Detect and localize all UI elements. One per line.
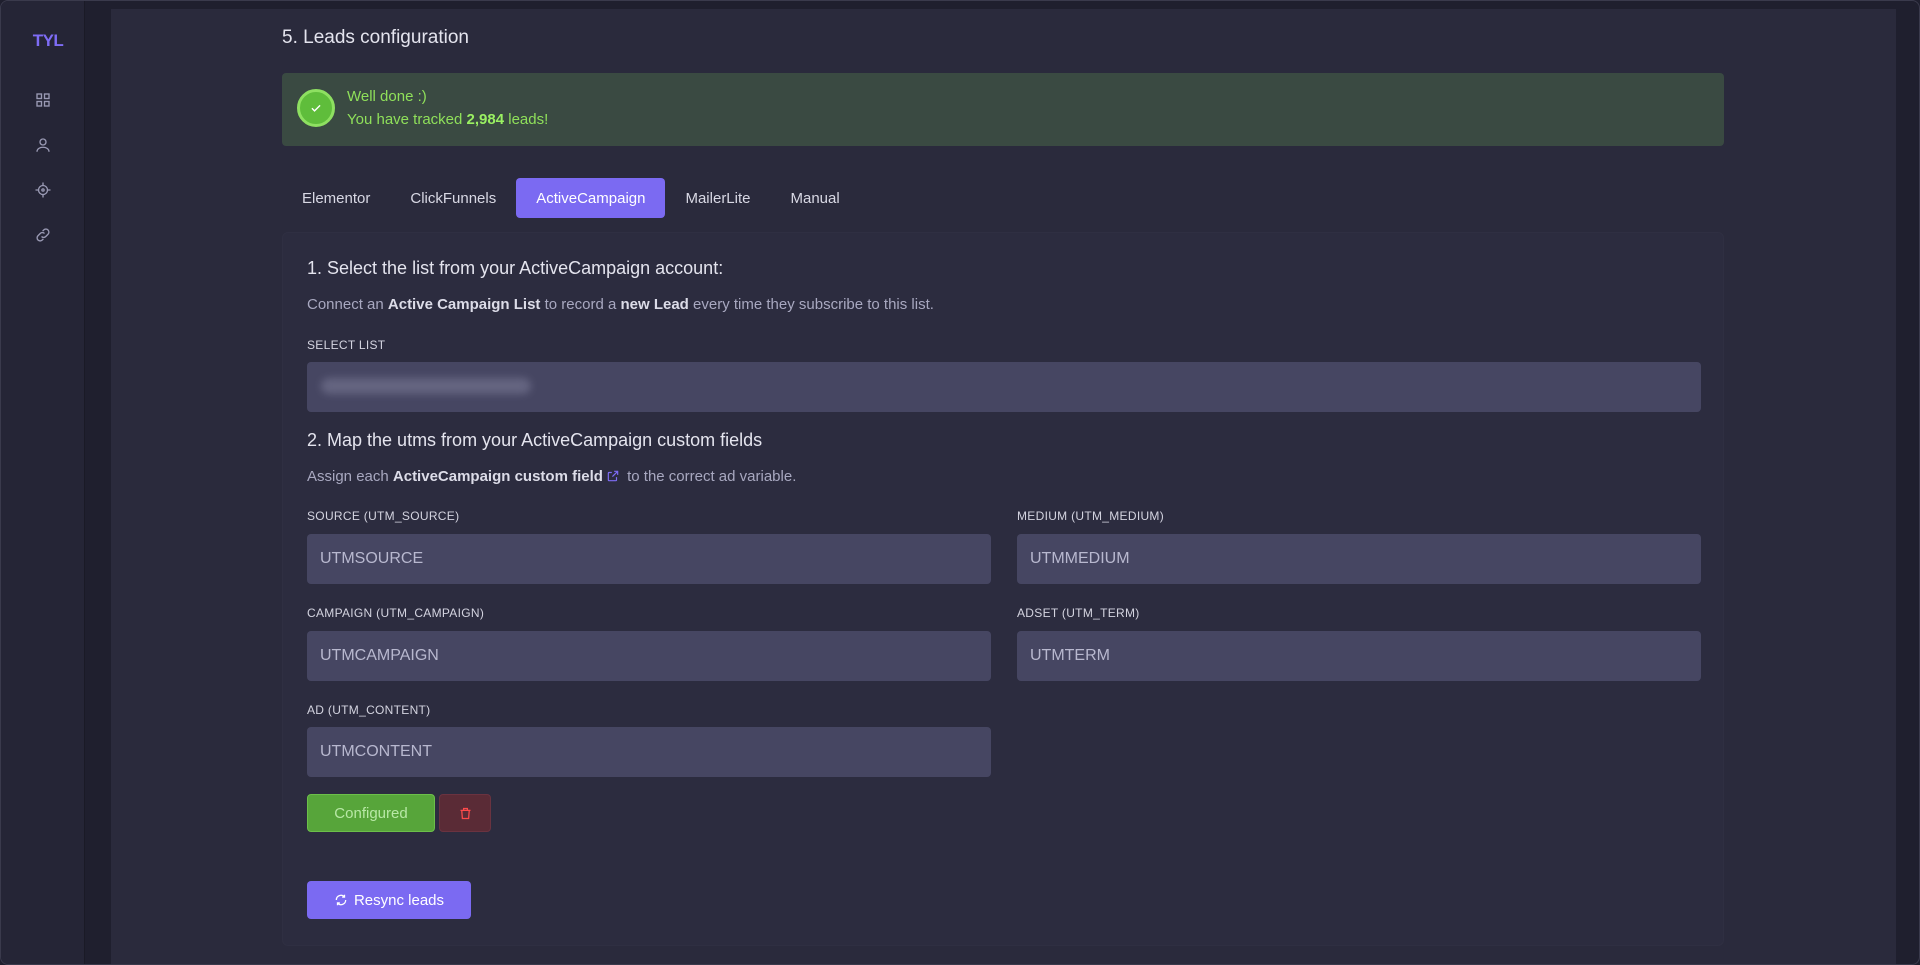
adset-field[interactable]: UTMTERM (1017, 631, 1701, 681)
app-window: TYL 5. Leads configuration Well done :) … (0, 0, 1920, 965)
configured-button[interactable]: Configured (307, 794, 435, 832)
campaign-field[interactable]: UTMCAMPAIGN (307, 631, 991, 681)
section-title: 5. Leads configuration (282, 27, 469, 48)
ad-label: AD (UTM_CONTENT) (307, 703, 431, 717)
success-alert: Well done :) You have tracked 2,984 lead… (282, 73, 1724, 146)
step2-heading: 2. Map the utms from your ActiveCampaign… (307, 430, 763, 450)
link-icon[interactable] (31, 223, 55, 247)
alert-text: You have tracked 2,984 leads! (347, 111, 549, 128)
activecampaign-config-card: 1. Select the list from your ActiveCampa… (282, 232, 1724, 946)
leads-count: 2,984 (466, 111, 505, 128)
tab-mailerlite[interactable]: MailerLite (665, 178, 770, 218)
step2-description: Assign each ActiveCampaign custom field … (307, 468, 797, 485)
refresh-icon (335, 894, 347, 906)
resync-leads-button[interactable]: Resync leads (307, 881, 471, 919)
delete-button[interactable] (439, 794, 491, 832)
tab-activecampaign[interactable]: ActiveCampaign (516, 178, 666, 218)
medium-field[interactable]: UTMMEDIUM (1017, 534, 1701, 584)
adset-label: ADSET (UTM_TERM) (1017, 606, 1140, 620)
source-field[interactable]: UTMSOURCE (307, 534, 991, 584)
grid-icon[interactable] (31, 88, 55, 112)
sidebar: TYL (1, 1, 85, 964)
trash-icon (460, 807, 470, 819)
custom-field-link[interactable]: ActiveCampaign custom field (393, 468, 603, 485)
resync-label: Resync leads (353, 891, 445, 909)
external-link-icon[interactable] (603, 468, 623, 485)
campaign-label: CAMPAIGN (UTM_CAMPAIGN) (307, 606, 485, 620)
tab-manual[interactable]: Manual (771, 178, 860, 218)
tab-elementor[interactable]: Elementor (282, 178, 390, 218)
alert-title: Well done :) (347, 88, 427, 105)
select-list-dropdown[interactable] (307, 362, 1701, 412)
ad-field[interactable]: UTMCONTENT (307, 727, 991, 777)
target-icon[interactable] (31, 178, 55, 202)
source-label: SOURCE (UTM_SOURCE) (307, 509, 460, 523)
medium-label: MEDIUM (UTM_MEDIUM) (1017, 509, 1165, 523)
step1-description: Connect an Active Campaign List to recor… (307, 296, 934, 313)
select-list-label: SELECT LIST (307, 338, 386, 352)
step1-heading: 1. Select the list from your ActiveCampa… (307, 258, 724, 278)
integration-tabs: Elementor ClickFunnels ActiveCampaign Ma… (282, 178, 860, 218)
user-icon[interactable] (31, 133, 55, 157)
blurred-list-value (321, 378, 531, 394)
app-logo[interactable]: TYL (1, 31, 95, 51)
check-circle-icon (297, 89, 335, 127)
tab-clickfunnels[interactable]: ClickFunnels (390, 178, 516, 218)
